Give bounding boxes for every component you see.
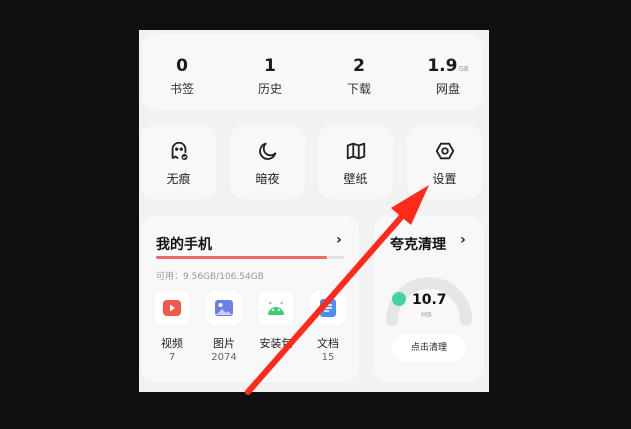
my-phone-title: 我的手机 xyxy=(156,237,212,253)
app-images[interactable]: 图片 2074 xyxy=(202,291,246,363)
stat-label: 书签 xyxy=(169,82,194,96)
wallpaper-button[interactable]: 壁纸 xyxy=(318,125,393,199)
stat-value: 1 xyxy=(264,56,276,76)
stat-value: 0 xyxy=(176,56,188,76)
moon-icon xyxy=(258,142,276,160)
incognito-button[interactable]: 无痕 xyxy=(141,125,216,199)
stat-value: 1.9 xyxy=(427,56,458,76)
app-name: 文档 xyxy=(317,337,339,350)
quark-clean-card[interactable]: 夸克清理 › 10.7 MB 点击清理 xyxy=(374,216,484,382)
app-panel: 0 书签 1 历史 2 下载 1.9GB 网盘 无痕 暗夜 壁纸 设置 我的手机… xyxy=(139,30,489,392)
app-installers[interactable]: 安装包 xyxy=(254,291,298,352)
clean-now-button[interactable]: 点击清理 xyxy=(392,334,466,362)
app-documents[interactable]: 文档 15 xyxy=(306,291,350,363)
app-name: 视频 xyxy=(161,337,183,350)
android-icon xyxy=(259,291,293,325)
stat-unit: GB xyxy=(458,65,469,73)
app-video[interactable]: 视频 7 xyxy=(150,291,194,363)
wallpaper-label: 壁纸 xyxy=(343,172,368,186)
stat-cloud-drive[interactable]: 1.9GB 网盘 xyxy=(418,34,478,97)
night-mode-button[interactable]: 暗夜 xyxy=(230,125,305,199)
ghost-icon xyxy=(171,141,188,160)
stat-label: 网盘 xyxy=(435,82,460,96)
my-phone-card[interactable]: 我的手机 › 可用：9.56GB/106.54GB 视频 7 图片 2074 安… xyxy=(141,216,359,382)
night-mode-label: 暗夜 xyxy=(255,172,280,186)
settings-label: 设置 xyxy=(432,172,457,186)
app-count: 7 xyxy=(168,352,176,363)
stat-bookmarks[interactable]: 0 书签 xyxy=(152,34,212,97)
quark-clean-title: 夸克清理 xyxy=(390,237,446,253)
chevron-right-icon[interactable]: › xyxy=(460,232,466,248)
clean-status-dot xyxy=(392,292,406,306)
stat-label: 历史 xyxy=(257,82,282,96)
stat-history[interactable]: 1 历史 xyxy=(240,34,300,97)
app-name: 安装包 xyxy=(259,337,293,350)
gear-icon xyxy=(435,142,454,160)
video-icon xyxy=(155,291,189,325)
document-icon xyxy=(311,291,345,325)
incognito-label: 无痕 xyxy=(166,172,191,186)
stat-downloads[interactable]: 2 下载 xyxy=(329,34,389,97)
app-count: 2074 xyxy=(211,352,237,363)
storage-progress-bar xyxy=(156,256,344,259)
clean-unit: MB xyxy=(421,311,432,319)
stat-label: 下载 xyxy=(346,82,371,96)
map-icon xyxy=(346,142,365,160)
storage-progress-fill xyxy=(156,256,328,259)
clean-value: 10.7 xyxy=(412,292,447,308)
app-count: 15 xyxy=(321,352,335,363)
image-icon xyxy=(207,291,241,325)
storage-available-text: 可用：9.56GB/106.54GB xyxy=(156,272,264,282)
settings-button[interactable]: 设置 xyxy=(407,125,482,199)
stat-value: 2 xyxy=(353,56,365,76)
stats-card: 0 书签 1 历史 2 下载 1.9GB 网盘 xyxy=(143,34,482,110)
chevron-right-icon[interactable]: › xyxy=(336,232,342,248)
app-name: 图片 xyxy=(213,337,235,350)
